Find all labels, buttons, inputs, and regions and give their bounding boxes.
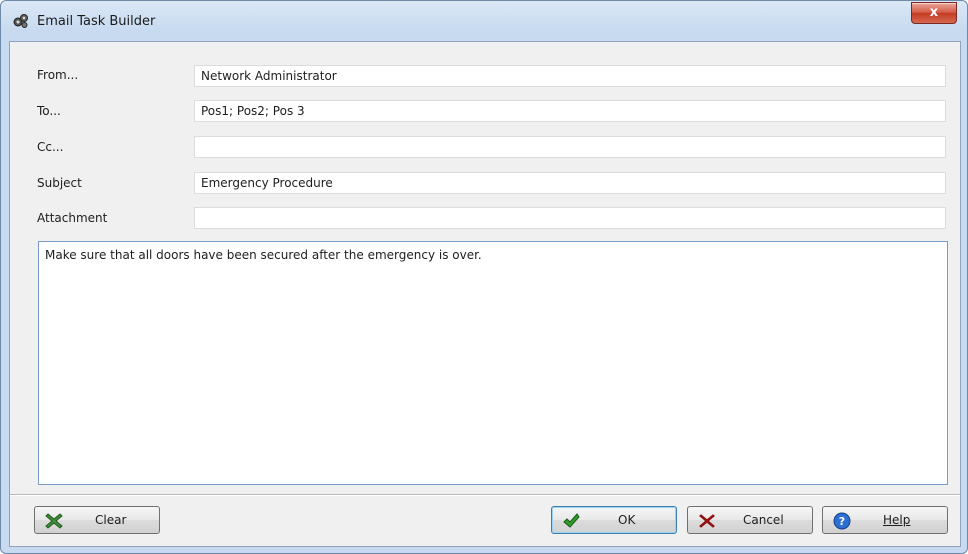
green-x-icon: [45, 512, 63, 530]
dialog-content: From... To... Cc... Subject Attachment M…: [9, 41, 961, 547]
cc-label: Cc...: [37, 140, 64, 154]
to-field[interactable]: [194, 100, 946, 122]
clear-button[interactable]: Clear: [34, 506, 160, 534]
subject-label: Subject: [37, 176, 82, 190]
to-label: To...: [37, 104, 61, 118]
help-question-icon: ?: [833, 512, 851, 530]
close-button[interactable]: x: [911, 2, 957, 24]
cancel-button[interactable]: Cancel: [687, 506, 813, 534]
title-bar[interactable]: Email Task Builder x: [1, 1, 967, 41]
footer-separator: [10, 494, 960, 496]
attachment-field[interactable]: [194, 207, 946, 229]
green-check-icon: [562, 512, 580, 530]
cancel-label: Cancel: [743, 513, 784, 527]
from-label: From...: [37, 68, 79, 82]
attachment-label: Attachment: [37, 211, 108, 225]
help-label: Help: [883, 513, 911, 527]
cc-field[interactable]: [194, 136, 946, 158]
from-field[interactable]: [194, 65, 946, 87]
message-body[interactable]: Make sure that all doors have been secur…: [38, 241, 948, 485]
email-task-builder-window: Email Task Builder x From... To... Cc...…: [0, 0, 968, 554]
window-title: Email Task Builder: [37, 14, 156, 29]
help-button[interactable]: ? Help: [822, 506, 948, 534]
svg-text:?: ?: [839, 515, 845, 528]
close-icon: x: [929, 5, 939, 20]
ok-label: OK: [618, 513, 636, 527]
ok-button[interactable]: OK: [551, 506, 677, 534]
red-x-icon: [698, 512, 716, 530]
subject-field[interactable]: [194, 172, 946, 194]
clear-label: Clear: [95, 513, 127, 527]
gears-icon: [13, 13, 29, 29]
